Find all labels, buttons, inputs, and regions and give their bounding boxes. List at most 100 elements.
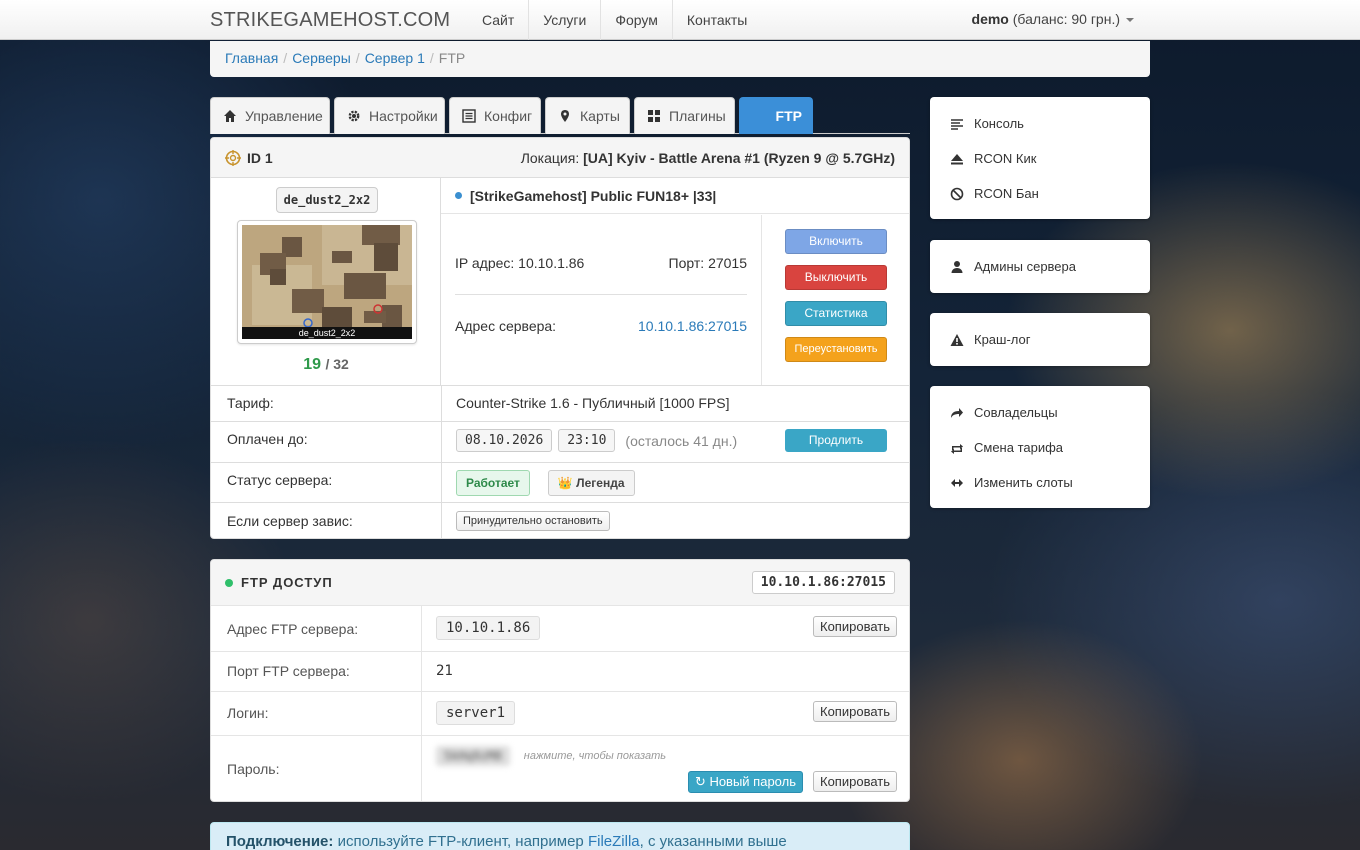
copy-login-button[interactable]: Копировать [813, 701, 897, 722]
eject-icon [951, 153, 963, 164]
tab-ftp[interactable]: FTP [739, 97, 813, 134]
main-nav: Сайт Услуги Форум Контакты [468, 0, 761, 40]
server-id: ID 1 [247, 149, 273, 166]
control-buttons: Включить Выключить Статистика Переустано… [761, 215, 909, 385]
swap-icon [951, 443, 963, 454]
sidebar-group-console: Консоль RCON Кик RCON Бан [930, 97, 1150, 219]
sidebar-item-console[interactable]: Консоль [950, 116, 1024, 131]
connection-alert: Подключение: используйте FTP-клиент, нап… [210, 822, 910, 850]
paid-date: 08.10.2026 [456, 429, 553, 452]
map-image: de_dust2_2x2 [237, 220, 417, 344]
sidebar-item-change-slots[interactable]: Изменить слоты [950, 475, 1073, 490]
ftp-password-row: Пароль: 5kHq9zM8 нажмите, чтобы показать… [211, 735, 909, 801]
map-name: de_dust2_2x2 [276, 187, 378, 213]
copy-password-button[interactable]: Копировать [813, 771, 897, 792]
warning-icon [950, 333, 964, 346]
status-dot-icon [455, 192, 462, 199]
breadcrumb-server[interactable]: Сервер 1 [365, 50, 425, 66]
nav-link-forum[interactable]: Форум [600, 0, 672, 40]
console-icon [951, 118, 963, 130]
ftp-panel: FTP ДОСТУП 10.10.1.86:27015 Адрес FTP се… [210, 559, 910, 802]
nav-link-contacts[interactable]: Контакты [671, 0, 761, 40]
sidebar-group-crashlog: Краш-лог [930, 313, 1150, 366]
stats-button[interactable]: Статистика [785, 301, 887, 326]
tab-plugins[interactable]: Плагины [634, 97, 735, 134]
force-stop-button[interactable]: Принудительно остановить [456, 511, 610, 531]
server-info: [StrikeGamehost] Public FUN18+ |33| IP а… [441, 178, 909, 385]
ftp-address-row: Адрес FTP сервера: 10.10.1.86 Копировать [211, 605, 909, 651]
tab-manage[interactable]: Управление [210, 97, 330, 134]
sidebar-item-admins[interactable]: Админы сервера [950, 259, 1076, 274]
tariff-row: Тариф: Counter-Strike 1.6 - Публичный [1… [211, 385, 909, 421]
ftp-port: 21 [436, 663, 453, 679]
hang-row: Если сервер завис: Принудительно останов… [211, 502, 909, 538]
ftp-login-row: Логин: server1 Копировать [211, 691, 909, 735]
ftp-title: FTP ДОСТУП [241, 575, 333, 590]
user-menu[interactable]: demo (баланс: 90 грн.) [972, 11, 1134, 27]
sidebar-group-admins: Админы сервера [930, 240, 1150, 293]
password-hint: нажмите, чтобы показать [523, 750, 667, 762]
balance: (баланс: 90 грн.) [1012, 11, 1120, 27]
player-count: 19 / 32 [303, 356, 349, 373]
share-icon [951, 407, 963, 418]
sidebar-item-change-tariff[interactable]: Смена тарифа [950, 440, 1063, 455]
stop-button[interactable]: Выключить [785, 265, 887, 290]
breadcrumb-servers[interactable]: Серверы [292, 50, 351, 66]
user-icon [951, 260, 963, 273]
status-row: Статус сервера: Работает 👑 Легенда [211, 462, 909, 502]
sidebar-item-crashlog[interactable]: Краш-лог [950, 332, 1031, 347]
brand-logo[interactable]: STRIKEGAMEHOST.COM [210, 9, 450, 32]
tariff-value: Counter-Strike 1.6 - Публичный [1000 FPS… [456, 395, 730, 411]
ftp-port-row: Порт FTP сервера: 21 [211, 651, 909, 691]
nav-link-services[interactable]: Услуги [528, 0, 600, 40]
username: demo [971, 11, 1009, 27]
tab-settings[interactable]: Настройки [334, 97, 445, 134]
ftp-login: server1 [436, 701, 516, 725]
resize-horizontal-icon [951, 478, 963, 487]
ip-block: IP адрес: 10.10.1.86 Порт: 27015 Адрес с… [441, 215, 761, 385]
map-caption: de_dust2_2x2 [242, 327, 412, 339]
tab-maps[interactable]: Карты [545, 97, 630, 134]
extend-button[interactable]: Продлить [785, 429, 887, 452]
ftp-address: 10.10.1.86 [436, 616, 541, 640]
server-panel: ID 1 Локация: [UA] Kyiv - Battle Arena #… [210, 137, 910, 539]
remaining-days: (осталось 41 дн.) [625, 432, 738, 449]
ip-address: IP адрес: 10.10.1.86 [455, 255, 585, 271]
tab-config[interactable]: Конфиг [449, 97, 541, 134]
new-password-button[interactable]: ↻ Новый пароль [687, 771, 803, 793]
ban-icon [950, 187, 964, 200]
filezilla-link[interactable]: FileZilla [588, 833, 640, 850]
ftp-address-badge: 10.10.1.86:27015 [751, 571, 895, 594]
map-marker-icon [561, 110, 569, 122]
paid-time: 23:10 [558, 429, 616, 452]
server-header: ID 1 Локация: [UA] Kyiv - Battle Arena #… [211, 138, 909, 178]
status-badge: Работает [456, 470, 530, 496]
top-navbar: STRIKEGAMEHOST.COM Сайт Услуги Форум Кон… [0, 0, 1360, 40]
nav-link-site[interactable]: Сайт [468, 0, 528, 40]
chevron-down-icon [1126, 18, 1134, 23]
ftp-header: FTP ДОСТУП 10.10.1.86:27015 [211, 560, 909, 606]
copy-address-button[interactable]: Копировать [813, 616, 897, 637]
sidebar-item-rcon-ban[interactable]: RCON Бан [950, 186, 1039, 201]
server-address-link[interactable]: 10.10.1.86:27015 [638, 318, 747, 334]
password-masked[interactable]: 5kHq9zM8 [436, 746, 510, 766]
breadcrumb-home[interactable]: Главная [225, 50, 278, 66]
port: Порт: 27015 [668, 255, 747, 271]
server-location: Локация: [UA] Kyiv - Battle Arena #1 (Ry… [520, 149, 895, 166]
list-icon [462, 109, 476, 123]
start-button[interactable]: Включить [785, 229, 887, 254]
map-column: de_dust2_2x2 de_dust2_2x2 19 / 32 [211, 178, 441, 385]
sidebar-item-rcon-kick[interactable]: RCON Кик [950, 151, 1036, 166]
gear-icon [348, 110, 360, 122]
rank-badge: 👑 Легенда [547, 470, 635, 496]
server-tabs: Управление Настройки Конфиг Карты Плагин… [210, 97, 910, 134]
paid-row: Оплачен до: 08.10.2026 23:10 (осталось 4… [211, 421, 909, 462]
grid-icon [648, 110, 660, 122]
server-name: [StrikeGamehost] Public FUN18+ |33| [441, 178, 909, 214]
breadcrumb: Главная / Серверы / Сервер 1/FTP [210, 41, 1150, 77]
status-dot-icon [225, 578, 233, 587]
sidebar-item-coowners[interactable]: Совладельцы [950, 405, 1058, 420]
home-icon [224, 110, 236, 122]
crosshair-icon [225, 149, 241, 166]
reinstall-button[interactable]: Переустановить [785, 337, 887, 362]
